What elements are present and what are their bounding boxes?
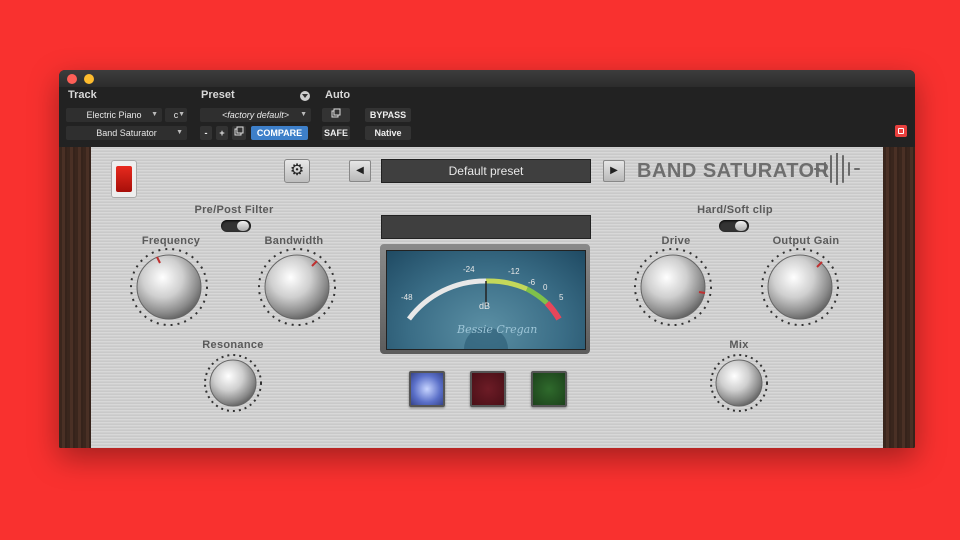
preset-value: <factory default> bbox=[221, 110, 290, 120]
brushed-metal-panel: ⚙ ◀ Default preset ▶ BAND SATURATOR Pre/… bbox=[91, 147, 883, 448]
automation-button[interactable] bbox=[322, 108, 350, 122]
vu-tick-0: 0 bbox=[543, 283, 548, 292]
hard-soft-clip-toggle[interactable] bbox=[719, 220, 749, 232]
auto-label: Auto bbox=[325, 89, 351, 101]
frequency-knob[interactable] bbox=[129, 247, 209, 327]
previous-preset-button[interactable]: - bbox=[200, 126, 212, 140]
meter-readout-display bbox=[381, 215, 591, 239]
copy-settings-button[interactable] bbox=[232, 126, 246, 140]
vu-tick-48: -48 bbox=[401, 293, 413, 302]
resonance-label: Resonance bbox=[202, 339, 264, 351]
vu-tick-6: -6 bbox=[528, 278, 536, 287]
preset-label: Preset bbox=[201, 89, 235, 101]
bandwidth-knob[interactable] bbox=[257, 247, 337, 327]
chevron-down-icon: ▼ bbox=[176, 129, 183, 136]
vu-unit: dB bbox=[479, 301, 491, 311]
right-wood-panel bbox=[883, 147, 915, 448]
output-gain-label: Output Gain bbox=[772, 235, 840, 247]
bandwidth-label: Bandwidth bbox=[264, 235, 324, 247]
resonance-knob[interactable] bbox=[203, 353, 263, 413]
host-header: Track Preset Auto Electric Piano ▼ c ▼ Ban… bbox=[59, 87, 915, 147]
copy-icon bbox=[234, 126, 244, 136]
blue-mode-button[interactable] bbox=[409, 371, 445, 407]
preset-menu-icon[interactable] bbox=[300, 91, 310, 101]
power-switch[interactable] bbox=[111, 160, 137, 198]
vu-tick-12: -12 bbox=[508, 267, 520, 276]
hard-soft-clip-label: Hard/Soft clip bbox=[697, 204, 773, 216]
channel-selector[interactable]: c ▼ bbox=[165, 108, 187, 122]
vu-meter-face: -48 -24 -12 -6 0 5 dB Bessie Cregan bbox=[386, 250, 586, 350]
vu-tick-5: 5 bbox=[559, 293, 564, 302]
left-wood-panel bbox=[59, 147, 91, 448]
next-preset-button[interactable]: + bbox=[216, 126, 228, 140]
mix-label: Mix bbox=[729, 339, 749, 351]
track-selector[interactable]: Electric Piano ▼ bbox=[66, 108, 162, 122]
mix-knob[interactable] bbox=[709, 353, 769, 413]
pre-post-filter-label: Pre/Post Filter bbox=[194, 204, 274, 216]
red-mode-button[interactable] bbox=[470, 371, 506, 407]
brand-title: BAND SATURATOR bbox=[637, 160, 830, 182]
preset-name-display[interactable]: Default preset bbox=[381, 159, 591, 183]
plugin-window: Track Preset Auto Electric Piano ▼ c ▼ Ban… bbox=[59, 70, 915, 448]
pre-post-filter-toggle[interactable] bbox=[221, 220, 251, 232]
close-window-button[interactable] bbox=[67, 74, 77, 84]
safe-button[interactable]: SAFE bbox=[322, 126, 350, 140]
frequency-label: Frequency bbox=[141, 235, 201, 247]
chevron-down-icon: ▼ bbox=[178, 111, 185, 118]
vu-signature: Bessie Cregan bbox=[457, 323, 538, 336]
chevron-down-icon: ▼ bbox=[151, 111, 158, 118]
vu-meter: -48 -24 -12 -6 0 5 dB Bessie Cregan bbox=[380, 244, 590, 354]
brand-logo-icon bbox=[814, 153, 860, 185]
plugin-body: ⚙ ◀ Default preset ▶ BAND SATURATOR Pre/… bbox=[59, 147, 915, 448]
automation-icon bbox=[331, 108, 341, 118]
minimize-window-button[interactable] bbox=[84, 74, 94, 84]
output-gain-knob[interactable] bbox=[760, 247, 840, 327]
preset-selector[interactable]: <factory default> ▼ bbox=[200, 108, 311, 122]
native-button[interactable]: Native bbox=[365, 126, 411, 140]
insert-name: Band Saturator bbox=[96, 128, 157, 138]
bypass-button[interactable]: BYPASS bbox=[365, 108, 411, 122]
track-name: Electric Piano bbox=[86, 110, 142, 120]
chevron-down-icon: ▼ bbox=[300, 111, 307, 118]
title-bar bbox=[59, 70, 915, 87]
drive-knob[interactable] bbox=[633, 247, 713, 327]
drive-label: Drive bbox=[661, 235, 691, 247]
compare-button[interactable]: COMPARE bbox=[251, 126, 308, 140]
track-label: Track bbox=[68, 89, 97, 101]
settings-gear-icon[interactable]: ⚙ bbox=[284, 159, 310, 183]
vu-tick-24: -24 bbox=[463, 265, 475, 274]
preset-next-arrow-icon[interactable]: ▶ bbox=[603, 160, 625, 182]
insert-selector[interactable]: Band Saturator ▼ bbox=[66, 126, 187, 140]
green-mode-button[interactable] bbox=[531, 371, 567, 407]
plugin-close-icon[interactable] bbox=[895, 125, 907, 137]
preset-prev-arrow-icon[interactable]: ◀ bbox=[349, 160, 371, 182]
